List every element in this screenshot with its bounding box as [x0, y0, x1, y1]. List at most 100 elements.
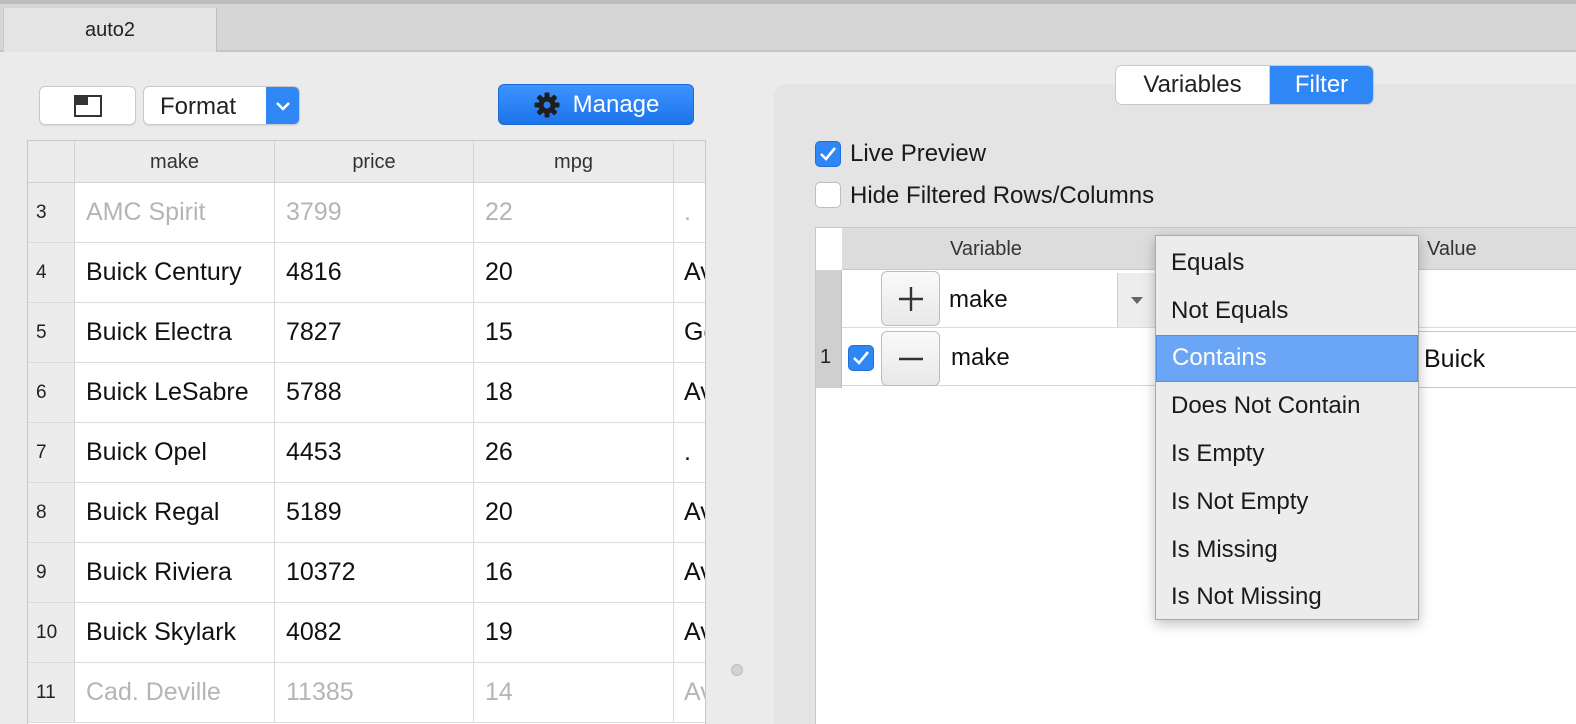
- menu-item-is-missing[interactable]: Is Missing: [1156, 526, 1418, 574]
- manage-button[interactable]: Manage: [498, 84, 694, 125]
- live-preview-label: Live Preview: [850, 140, 987, 167]
- row-number[interactable]: 6: [28, 363, 75, 422]
- row-number[interactable]: 9: [28, 543, 75, 602]
- row-number[interactable]: 3: [28, 183, 75, 242]
- data-grid: make price mpg 3 AMC Spirit 3799 22. 4 Buick …: [27, 140, 706, 724]
- column-header-mpg[interactable]: mpg: [474, 141, 674, 183]
- remove-rule-button[interactable]: [881, 331, 940, 386]
- cell-mpg[interactable]: 20: [474, 243, 674, 302]
- rule-value-input[interactable]: Buick: [1418, 331, 1576, 388]
- header-variable: Variable: [950, 237, 1022, 260]
- menu-item-not-equals[interactable]: Not Equals: [1156, 287, 1418, 335]
- cell-next-column[interactable]: Av: [674, 663, 705, 722]
- format-dropdown[interactable]: Format: [143, 86, 300, 125]
- variable-combo-arrow[interactable]: [1117, 273, 1155, 327]
- column-header-next[interactable]: [674, 141, 705, 183]
- table-row[interactable]: 5Buick Electra782715Go: [28, 303, 705, 363]
- cell-make[interactable]: Cad. Deville: [75, 663, 275, 722]
- document-tab-auto2[interactable]: auto2: [3, 8, 217, 52]
- table-row[interactable]: 8Buick Regal518920Av: [28, 483, 705, 543]
- menu-item-equals[interactable]: Equals: [1156, 239, 1418, 287]
- menu-item-is-not-missing[interactable]: Is Not Missing: [1156, 574, 1418, 622]
- cell-next-column[interactable]: Av: [674, 603, 705, 662]
- cell-next-column[interactable]: Av: [674, 243, 705, 302]
- row-number[interactable]: 5: [28, 303, 75, 362]
- menu-item-is-not-empty[interactable]: Is Not Empty: [1156, 478, 1418, 526]
- row-number[interactable]: 10: [28, 603, 75, 662]
- header-value: Value: [1427, 237, 1477, 260]
- table-row[interactable]: 9Buick Riviera1037216Av: [28, 543, 705, 603]
- panel-splitter-handle[interactable]: [731, 664, 743, 676]
- chevron-down-icon: [266, 87, 299, 124]
- cell-price[interactable]: 11385: [275, 663, 474, 722]
- cell-price[interactable]: 5189: [275, 483, 474, 542]
- cell-make[interactable]: Buick Skylark: [75, 603, 275, 662]
- cell-price[interactable]: 4082: [275, 603, 474, 662]
- row-number[interactable]: 11: [28, 663, 75, 722]
- table-row[interactable]: 4Buick Century481620Av: [28, 243, 705, 303]
- add-rule-variable[interactable]: make: [949, 286, 1008, 314]
- table-row[interactable]: 7 Buick Opel 4453 26.: [28, 423, 705, 483]
- table-row[interactable]: 6Buick LeSabre578818Av: [28, 363, 705, 423]
- cell-mpg[interactable]: 14: [474, 663, 674, 722]
- grid-header: make price mpg: [28, 141, 705, 183]
- menu-item-does-not-contain[interactable]: Does Not Contain: [1156, 382, 1418, 430]
- row-number[interactable]: 4: [28, 243, 75, 302]
- cell-price[interactable]: 4816: [275, 243, 474, 302]
- checkmark-icon: [853, 351, 870, 365]
- window-layout-icon: [73, 94, 102, 117]
- cell-mpg[interactable]: 16: [474, 543, 674, 602]
- cell-price[interactable]: 10372: [275, 543, 474, 602]
- cell-next-column[interactable]: .: [674, 423, 705, 482]
- cell-price[interactable]: 4453: [275, 423, 474, 482]
- table-row[interactable]: 10Buick Skylark408219Av: [28, 603, 705, 663]
- add-rule-button[interactable]: [881, 271, 940, 326]
- live-preview-checkbox[interactable]: [815, 141, 841, 167]
- cell-make[interactable]: Buick Regal: [75, 483, 275, 542]
- cell-make[interactable]: Buick LeSabre: [75, 363, 275, 422]
- triangle-down-icon: [1130, 297, 1143, 304]
- column-header-make[interactable]: make: [75, 141, 275, 183]
- rule-variable[interactable]: make: [951, 344, 1010, 372]
- cell-price[interactable]: 5788: [275, 363, 474, 422]
- table-row[interactable]: 11Cad. Deville1138514Av: [28, 663, 705, 723]
- cell-next-column[interactable]: .: [674, 183, 705, 242]
- rule-index: 1: [820, 346, 832, 368]
- column-header-price[interactable]: price: [275, 141, 474, 183]
- grid-corner[interactable]: [28, 141, 75, 183]
- cell-price[interactable]: 3799: [275, 183, 474, 242]
- cell-make[interactable]: AMC Spirit: [75, 183, 275, 242]
- cell-mpg[interactable]: 18: [474, 363, 674, 422]
- cell-mpg[interactable]: 26: [474, 423, 674, 482]
- plus-icon: [898, 286, 923, 311]
- cell-make[interactable]: Buick Electra: [75, 303, 275, 362]
- row-number[interactable]: 8: [28, 483, 75, 542]
- cell-make[interactable]: Buick Riviera: [75, 543, 275, 602]
- menu-item-is-empty[interactable]: Is Empty: [1156, 430, 1418, 478]
- hide-filtered-checkbox[interactable]: [815, 182, 841, 208]
- cell-price[interactable]: 7827: [275, 303, 474, 362]
- cell-make[interactable]: Buick Century: [75, 243, 275, 302]
- cell-next-column[interactable]: Av: [674, 363, 705, 422]
- layout-toggle-button[interactable]: [39, 86, 136, 125]
- cell-mpg[interactable]: 20: [474, 483, 674, 542]
- row-number[interactable]: 7: [28, 423, 75, 482]
- cell-next-column[interactable]: Go: [674, 303, 705, 362]
- table-row[interactable]: 3 AMC Spirit 3799 22.: [28, 183, 705, 243]
- operator-dropdown-menu: Equals Not Equals Contains Does Not Contain…: [1155, 235, 1419, 620]
- cell-mpg[interactable]: 15: [474, 303, 674, 362]
- manage-button-label: Manage: [572, 90, 660, 118]
- panel-tab-switcher: Variables Filter: [1115, 65, 1374, 105]
- cell-next-column[interactable]: Av: [674, 543, 705, 602]
- tab-variables[interactable]: Variables: [1116, 66, 1270, 104]
- tab-filter[interactable]: Filter: [1270, 66, 1373, 104]
- cell-make[interactable]: Buick Opel: [75, 423, 275, 482]
- cell-mpg[interactable]: 19: [474, 603, 674, 662]
- minus-icon: [898, 357, 923, 360]
- cell-mpg[interactable]: 22: [474, 183, 674, 242]
- format-dropdown-label: Format: [160, 93, 237, 120]
- rule-enabled-checkbox[interactable]: [848, 345, 874, 371]
- cell-next-column[interactable]: Av: [674, 483, 705, 542]
- row-gutter: [816, 270, 842, 388]
- menu-item-contains[interactable]: Contains: [1156, 334, 1418, 383]
